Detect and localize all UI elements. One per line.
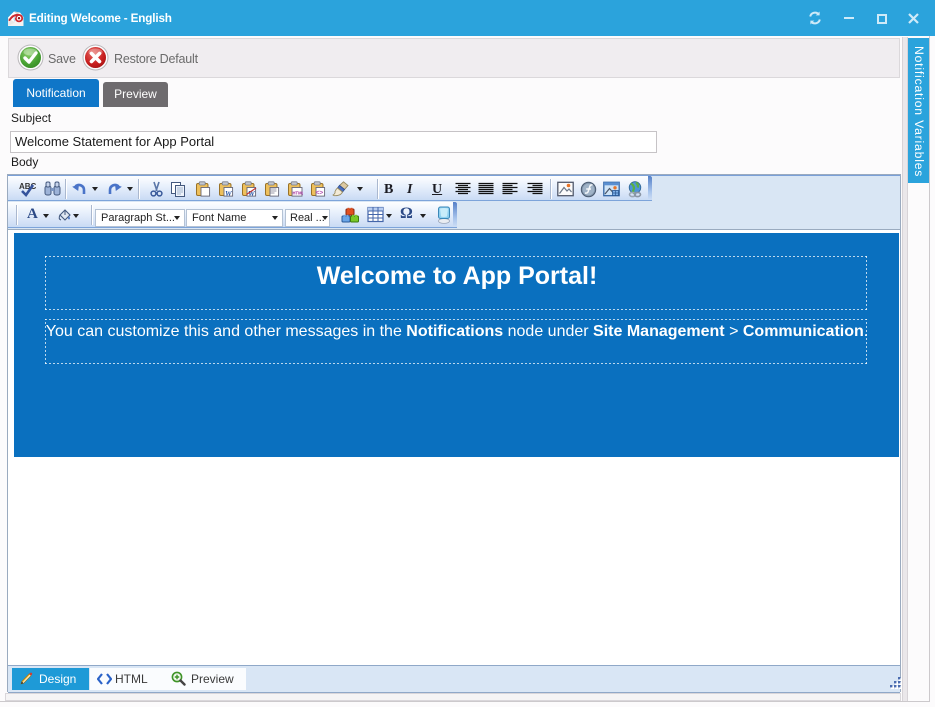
svg-text:HTML: HTML [293,191,304,196]
svg-text:<>: <> [316,190,324,197]
